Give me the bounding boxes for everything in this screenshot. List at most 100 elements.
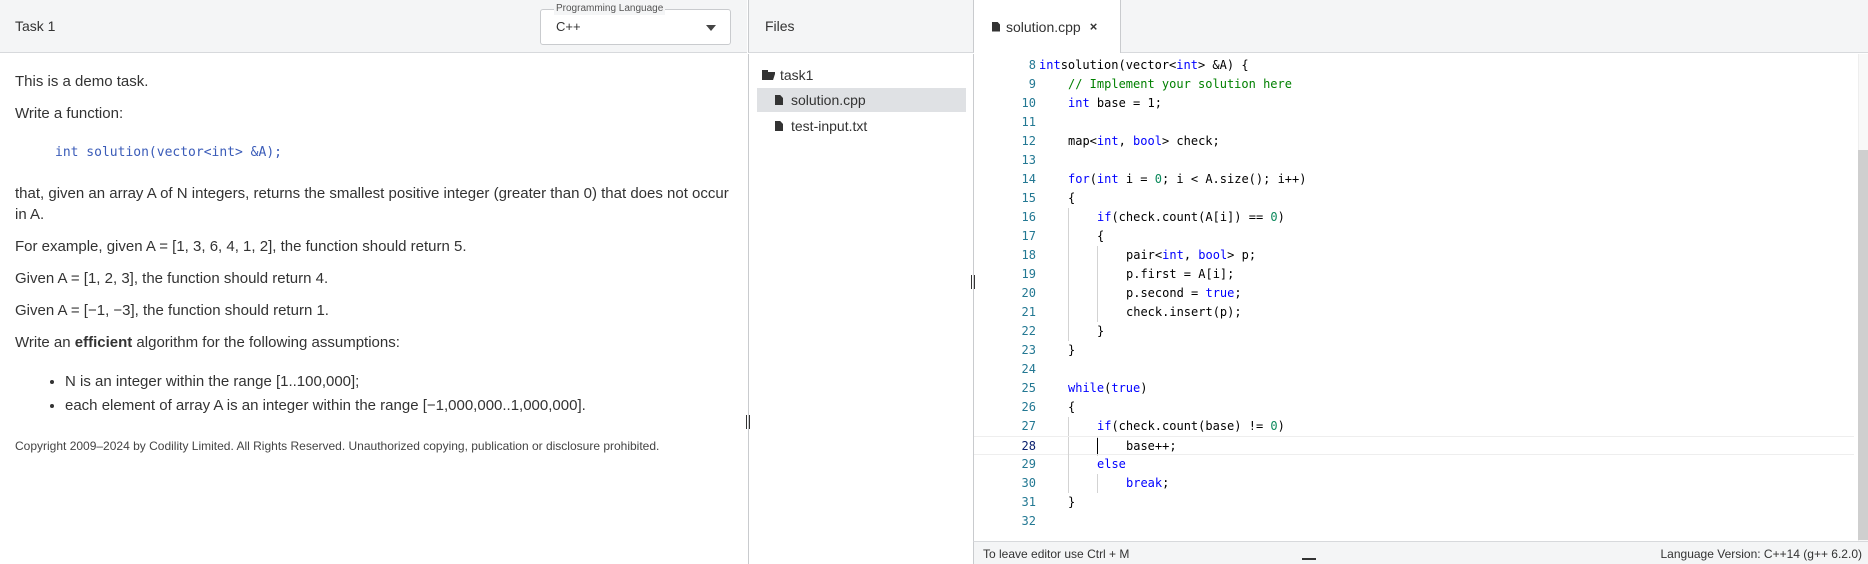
tab-solution-cpp[interactable]: solution.cpp × <box>974 0 1121 53</box>
assumption-item: N is an integer within the range [1..100… <box>65 371 732 392</box>
code-line[interactable]: 11 <box>974 113 1854 132</box>
code-line[interactable]: 16 if(check.count(A[i]) == 0) <box>974 208 1854 227</box>
code-text: } <box>1097 324 1105 338</box>
code-text: base++; <box>1126 439 1177 453</box>
file-test-input-txt[interactable]: test-input.txt <box>757 114 966 138</box>
code-text: { <box>1068 191 1076 205</box>
line-number: 10 <box>1021 96 1036 110</box>
line-number: 14 <box>1021 172 1036 186</box>
close-icon[interactable]: × <box>1090 19 1098 34</box>
code-line[interactable]: 28 base++; <box>974 436 1854 456</box>
line-number: 18 <box>1021 248 1036 262</box>
indent-guide <box>1068 322 1069 341</box>
code-line[interactable]: 24 <box>974 360 1854 379</box>
code-line[interactable]: 15 { <box>974 189 1854 208</box>
line-number: 27 <box>1021 419 1036 433</box>
code-line[interactable]: 8 intsolution(vector<int> &A) { <box>974 56 1854 75</box>
indent-guide <box>1068 227 1069 246</box>
code-text: if(check.count(A[i]) == 0) <box>1097 210 1285 224</box>
example-1: For example, given A = [1, 3, 6, 4, 1, 2… <box>15 238 467 255</box>
line-number: 25 <box>1021 381 1036 395</box>
assumption-item: each element of array A is an integer wi… <box>65 395 732 416</box>
code-line[interactable]: 9 // Implement your solution here <box>974 75 1854 94</box>
code-line[interactable]: 29 else <box>974 455 1854 474</box>
code-line[interactable]: 23} <box>974 341 1854 360</box>
file-solution-cpp[interactable]: solution.cpp <box>757 88 966 112</box>
line-number: 24 <box>1021 362 1036 376</box>
code-line[interactable]: 22} <box>974 322 1854 341</box>
code-text: for(int i = 0; i < A.size(); i++) <box>1068 172 1307 186</box>
task-intro: This is a demo task. <box>15 73 149 90</box>
assumptions-list: N is an integer within the range [1..100… <box>65 371 732 416</box>
line-number: 28 <box>1021 439 1036 453</box>
indent-guide <box>1068 246 1069 265</box>
editor-scrollbar[interactable] <box>1858 54 1868 541</box>
code-text: else <box>1097 457 1126 471</box>
code-line[interactable]: 27 if(check.count(base) != 0) <box>974 417 1854 436</box>
line-number: 20 <box>1021 286 1036 300</box>
function-signature: int solution(vector<int> &A); <box>55 145 282 160</box>
code-line[interactable]: 30 break; <box>974 474 1854 493</box>
file-icon <box>992 21 1000 32</box>
editor-status-bar: To leave editor use Ctrl + M Language Ve… <box>973 541 1868 564</box>
bottom-resize-handle[interactable] <box>1302 558 1316 560</box>
language-select[interactable]: Programming Language C++ <box>540 3 731 45</box>
code-text: check.insert(p); <box>1126 305 1242 319</box>
tab-label: solution.cpp <box>1006 18 1081 35</box>
code-line[interactable]: 21 check.insert(p); <box>974 303 1854 322</box>
code-line[interactable]: 20 p.second = true; <box>974 284 1854 303</box>
line-number: 13 <box>1021 153 1036 167</box>
code-line[interactable]: 19 p.first = A[i]; <box>974 265 1854 284</box>
folder-icon <box>762 70 775 80</box>
text-cursor <box>1097 438 1098 454</box>
folder-label: task1 <box>780 67 814 83</box>
code-line[interactable]: 17 { <box>974 227 1854 246</box>
line-number: 23 <box>1021 343 1036 357</box>
code-editor[interactable]: 8 intsolution(vector<int> &A) {9// Implem… <box>973 54 1868 541</box>
line-number: 8 <box>1028 58 1036 72</box>
code-line[interactable]: 31} <box>974 493 1854 512</box>
code-line[interactable]: 32 <box>974 512 1854 531</box>
task-instruction: Write a function: <box>15 105 124 122</box>
editor-tabs: solution.cpp × <box>973 0 1868 53</box>
indent-guide <box>1068 208 1069 227</box>
indent-guide <box>1068 474 1069 493</box>
file-label: solution.cpp <box>791 92 866 108</box>
indent-guide <box>1068 455 1069 474</box>
line-number: 30 <box>1021 476 1036 490</box>
code-line[interactable]: 26 { <box>974 398 1854 417</box>
indent-guide <box>1068 437 1069 456</box>
language-version: Language Version: C++14 (g++ 6.2.0) <box>1660 547 1863 561</box>
indent-guide <box>1097 303 1098 322</box>
code-text: if(check.count(base) != 0) <box>1097 419 1285 433</box>
language-select-value: C++ <box>556 19 581 34</box>
line-number: 22 <box>1021 324 1036 338</box>
code-line[interactable]: 10 int base = 1; <box>974 94 1854 113</box>
folder-task1[interactable]: task1 <box>762 63 813 87</box>
code-text: intsolution(vector<int> &A) { <box>1039 58 1249 72</box>
code-line[interactable]: 25 while(true) <box>974 379 1854 398</box>
efficient-bold: efficient <box>74 334 133 351</box>
code-text: int base = 1; <box>1068 96 1162 110</box>
indent-guide <box>1068 417 1069 436</box>
files-header: Files <box>748 0 973 53</box>
assumptions-intro: Write an efficient algorithm for the fol… <box>15 334 400 351</box>
example-2: Given A = [1, 2, 3], the function should… <box>15 270 329 287</box>
code-line[interactable]: 12 map<int, bool> check; <box>974 132 1854 151</box>
copyright: Copyright 2009–2024 by Codility Limited.… <box>15 439 660 453</box>
scrollbar-thumb[interactable] <box>1858 150 1868 540</box>
caret-down-icon <box>706 25 716 31</box>
line-number: 29 <box>1021 457 1036 471</box>
indent-guide <box>1068 284 1069 303</box>
code-line[interactable]: 13 <box>974 151 1854 170</box>
code-text: pair<int, bool> p; <box>1126 248 1257 262</box>
task-header: Task 1 Programming Language C++ <box>0 0 747 53</box>
code-text: p.first = A[i]; <box>1126 267 1235 281</box>
code-line[interactable]: 14 for(int i = 0; i < A.size(); i++) <box>974 170 1854 189</box>
line-number: 31 <box>1021 495 1036 509</box>
line-number: 26 <box>1021 400 1036 414</box>
file-icon <box>775 121 783 131</box>
code-text: break; <box>1126 476 1170 490</box>
code-line[interactable]: 18 pair<int, bool> p; <box>974 246 1854 265</box>
indent-guide <box>1068 303 1069 322</box>
